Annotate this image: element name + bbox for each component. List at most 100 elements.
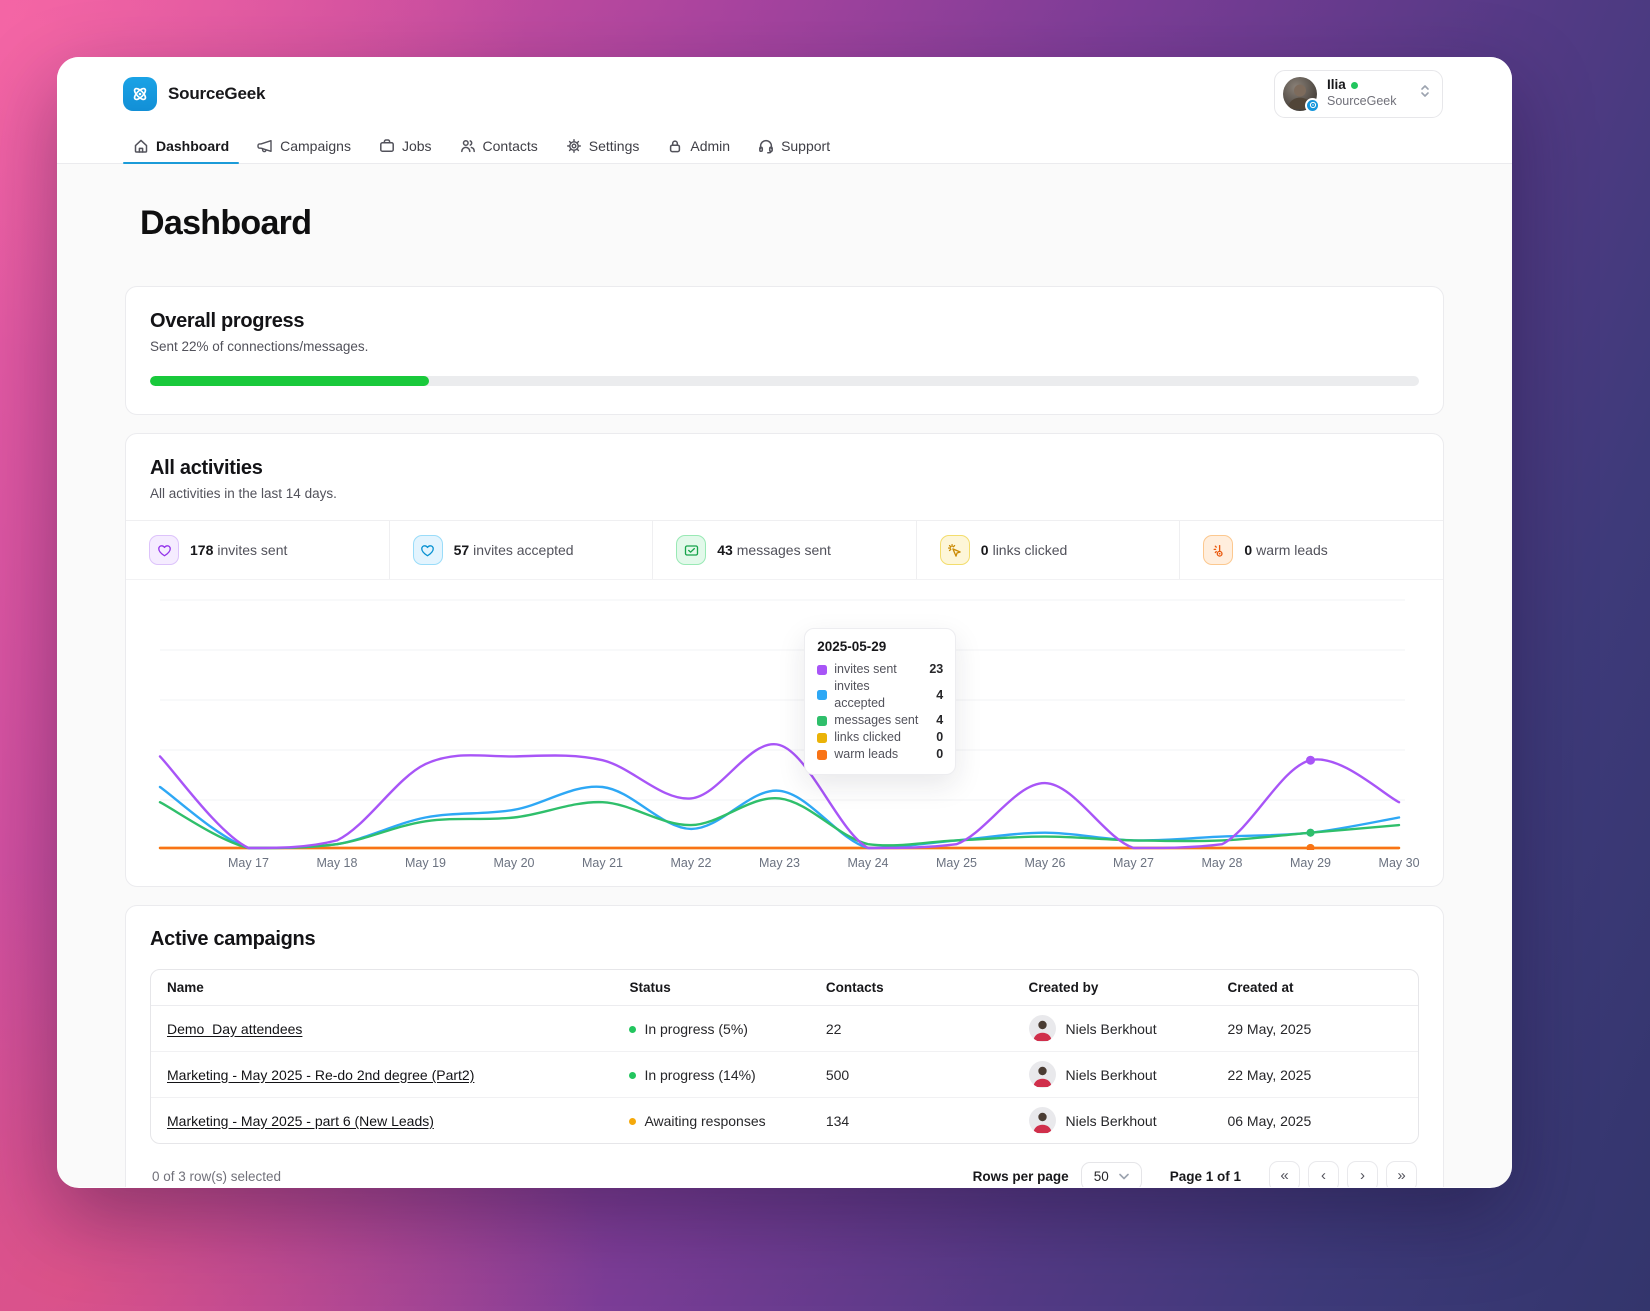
home-icon: [134, 139, 148, 153]
megaphone-icon: [257, 139, 272, 152]
overall-progress-card: Overall progress Sent 22% of connections…: [125, 286, 1444, 415]
messages-sent-icon: [676, 535, 707, 565]
brand-name: SourceGeek: [168, 83, 266, 103]
campaign-link[interactable]: Demo_Day attendees: [167, 1021, 302, 1037]
user-menu-button[interactable]: Ilia SourceGeek: [1274, 69, 1443, 118]
contacts-count: 134: [825, 1112, 850, 1129]
stat-invites-accepted: 57 invites accepted: [390, 521, 654, 579]
activity-chart-area: May 17 May 18 May 19 May 20 May 21 May 22 May …: [126, 580, 1443, 886]
page-title: Dashboard: [140, 204, 312, 242]
active-campaigns-title: Active campaigns: [150, 928, 316, 950]
table-footer: 0 of 3 row(s) selected Rows per page 50 …: [150, 1144, 1419, 1187]
active-campaigns-card: Active campaigns Name Status Contacts Cr…: [125, 905, 1444, 1187]
brand: SourceGeek: [123, 76, 266, 111]
progress-bar: [150, 376, 1419, 386]
lock-icon: [670, 139, 681, 152]
series-swatch: [817, 690, 828, 700]
nav-item-campaigns[interactable]: Campaigns: [247, 130, 361, 163]
campaigns-table: Name Status Contacts Created by Created …: [150, 969, 1419, 1144]
chevron-right-icon: ›: [1360, 1167, 1365, 1184]
created-at: 06 May, 2025: [1227, 1112, 1312, 1129]
rows-per-page-select[interactable]: 50: [1080, 1162, 1142, 1187]
atom-logo-icon: [123, 76, 157, 111]
status-text: In progress (14%): [644, 1066, 756, 1083]
links-clicked-icon: [939, 535, 970, 565]
app-window: SourceGeek Ilia SourceGeek Dashboard Cam…: [57, 57, 1512, 1188]
created-at: 29 May, 2025: [1211, 1005, 1418, 1052]
creator-avatar: [1028, 1015, 1056, 1042]
all-activities-subtitle: All activities in the last 14 days.: [150, 486, 337, 501]
col-created-at: Created at: [1211, 970, 1418, 1006]
tooltip-row: invites accepted 4: [817, 678, 943, 712]
table-row[interactable]: Marketing - May 2025 - part 6 (New Leads…: [151, 1098, 1418, 1144]
creator-avatar: [1028, 1061, 1056, 1088]
chevron-left-icon: ‹: [1321, 1167, 1326, 1184]
invites-accepted-icon: [412, 535, 443, 565]
creator-name: Niels Berkhout: [1065, 1020, 1157, 1037]
col-status: Status: [613, 970, 810, 1006]
status-text: Awaiting responses: [644, 1112, 766, 1129]
stat-messages-sent: 43 messages sent: [653, 521, 917, 579]
contacts-count: 22: [809, 1005, 1013, 1052]
main-content: Dashboard Overall progress Sent 22% of c…: [57, 164, 1512, 1187]
table-row[interactable]: Demo_Day attendees In progress (5%) 22 N…: [151, 1005, 1418, 1052]
chevron-down-icon: [1118, 1173, 1129, 1180]
series-swatch: [817, 664, 828, 675]
online-status-dot: [1350, 82, 1358, 90]
double-chevron-right-icon: »: [1397, 1167, 1406, 1184]
pagination-next-button[interactable]: ›: [1347, 1161, 1378, 1187]
contacts-count: 500: [809, 1051, 1013, 1098]
page-info: Page 1 of 1: [1169, 1169, 1241, 1184]
warm-leads-icon: [1203, 535, 1234, 565]
series-swatch: [817, 749, 828, 760]
status-dot: [629, 1118, 637, 1126]
col-created-by: Created by: [1012, 970, 1212, 1006]
tooltip-row: links clicked 0: [817, 729, 943, 746]
series-swatch: [817, 732, 828, 743]
nav-item-support[interactable]: Support: [748, 130, 840, 163]
tooltip-row: warm leads 0: [817, 746, 943, 763]
tooltip-date: 2025-05-29: [817, 639, 887, 654]
top-bar: SourceGeek Ilia SourceGeek: [57, 57, 1512, 130]
campaign-link[interactable]: Marketing - May 2025 - part 6 (New Leads…: [167, 1113, 434, 1129]
pagination-first-button[interactable]: «: [1269, 1161, 1300, 1187]
nav-item-jobs[interactable]: Jobs: [369, 130, 442, 163]
overall-progress-subtitle: Sent 22% of connections/messages.: [150, 339, 369, 354]
tooltip-row: messages sent 4: [817, 712, 943, 729]
user-name: Ilia: [1327, 77, 1346, 93]
briefcase-icon: [380, 138, 394, 152]
chart-tooltip: 2025-05-29 invites sent 23 invites accept…: [804, 628, 957, 775]
nav-item-contacts[interactable]: Contacts: [450, 130, 548, 163]
table-row[interactable]: Marketing - May 2025 - Re-do 2nd degree …: [151, 1051, 1418, 1098]
stat-links-clicked: 0 links clicked: [917, 521, 1181, 579]
sourcegeek-badge-icon: [1305, 97, 1320, 113]
stat-warm-leads: 0 warm leads: [1180, 521, 1443, 579]
invites-sent-icon: [149, 535, 179, 565]
creator-name: Niels Berkhout: [1065, 1066, 1157, 1083]
nav-item-dashboard[interactable]: Dashboard: [123, 130, 240, 164]
col-name: Name: [151, 970, 614, 1006]
tooltip-row: invites sent 23: [817, 661, 943, 678]
nav-item-settings[interactable]: Settings: [556, 130, 650, 163]
pagination-prev-button[interactable]: ‹: [1308, 1161, 1339, 1187]
user-org: SourceGeek: [1327, 94, 1397, 109]
rows-selected-text: 0 of 3 row(s) selected: [152, 1169, 282, 1184]
status-text: In progress (5%): [644, 1020, 748, 1037]
chevron-up-down-icon: [1418, 83, 1432, 104]
pagination-last-button[interactable]: »: [1386, 1161, 1417, 1187]
headset-icon: [759, 139, 774, 154]
series-swatch: [817, 715, 828, 726]
overall-progress-title: Overall progress: [150, 310, 305, 332]
nav-item-admin[interactable]: Admin: [657, 130, 740, 163]
activity-stats-row: 178 invites sent 57 invites accepted 43 …: [126, 520, 1443, 580]
all-activities-card: All activities All activities in the las…: [125, 433, 1444, 887]
main-nav: Dashboard Campaigns Jobs Contacts Settin…: [57, 130, 1512, 164]
progress-bar-fill: [150, 376, 430, 386]
creator-avatar: [1028, 1107, 1056, 1134]
users-icon: [460, 139, 475, 152]
activity-chart: [158, 599, 1406, 850]
gear-icon: [566, 138, 581, 153]
campaign-link[interactable]: Marketing - May 2025 - Re-do 2nd degree …: [167, 1067, 474, 1083]
all-activities-title: All activities: [150, 457, 263, 479]
stat-invites-sent: 178 invites sent: [126, 521, 390, 579]
